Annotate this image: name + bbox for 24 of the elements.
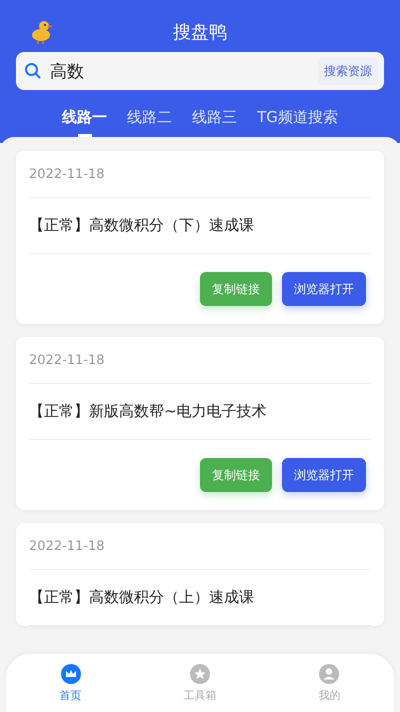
- result-date: 2022-11-18: [29, 523, 371, 570]
- nav-tab[interactable]: 工具箱: [160, 662, 240, 704]
- open-browser-button[interactable]: 浏览器打开: [282, 458, 366, 492]
- search-icon: [24, 62, 42, 80]
- result-date: 2022-11-18: [29, 337, 371, 384]
- route-tab[interactable]: 线路三: [192, 108, 238, 137]
- copy-link-button[interactable]: 复制链接: [200, 458, 272, 492]
- result-title: 【正常】高数微积分（下）速成课: [29, 198, 371, 254]
- copy-link-button[interactable]: 复制链接: [200, 272, 272, 306]
- result-title: 【正常】高数微积分（上）速成课: [29, 570, 371, 626]
- result-title: 【正常】新版高数帮~电力电子技术: [29, 384, 371, 440]
- search-field[interactable]: 高数 搜索资源: [16, 52, 384, 90]
- route-tab[interactable]: 线路一: [62, 108, 108, 137]
- open-browser-button[interactable]: 浏览器打开: [282, 272, 366, 306]
- search-button[interactable]: 搜索资源: [318, 58, 378, 84]
- user-icon: [319, 664, 340, 684]
- duck-logo-icon: [30, 18, 54, 44]
- route-tab[interactable]: 线路二: [127, 108, 172, 137]
- nav-tab[interactable]: 我的: [289, 662, 370, 704]
- app-title: 搜盘鸭: [173, 21, 227, 44]
- crown-icon: [60, 664, 81, 684]
- route-tab[interactable]: TG频道搜索: [257, 108, 338, 137]
- result-date: 2022-11-18: [29, 151, 371, 198]
- nav-tab[interactable]: 首页: [30, 662, 111, 704]
